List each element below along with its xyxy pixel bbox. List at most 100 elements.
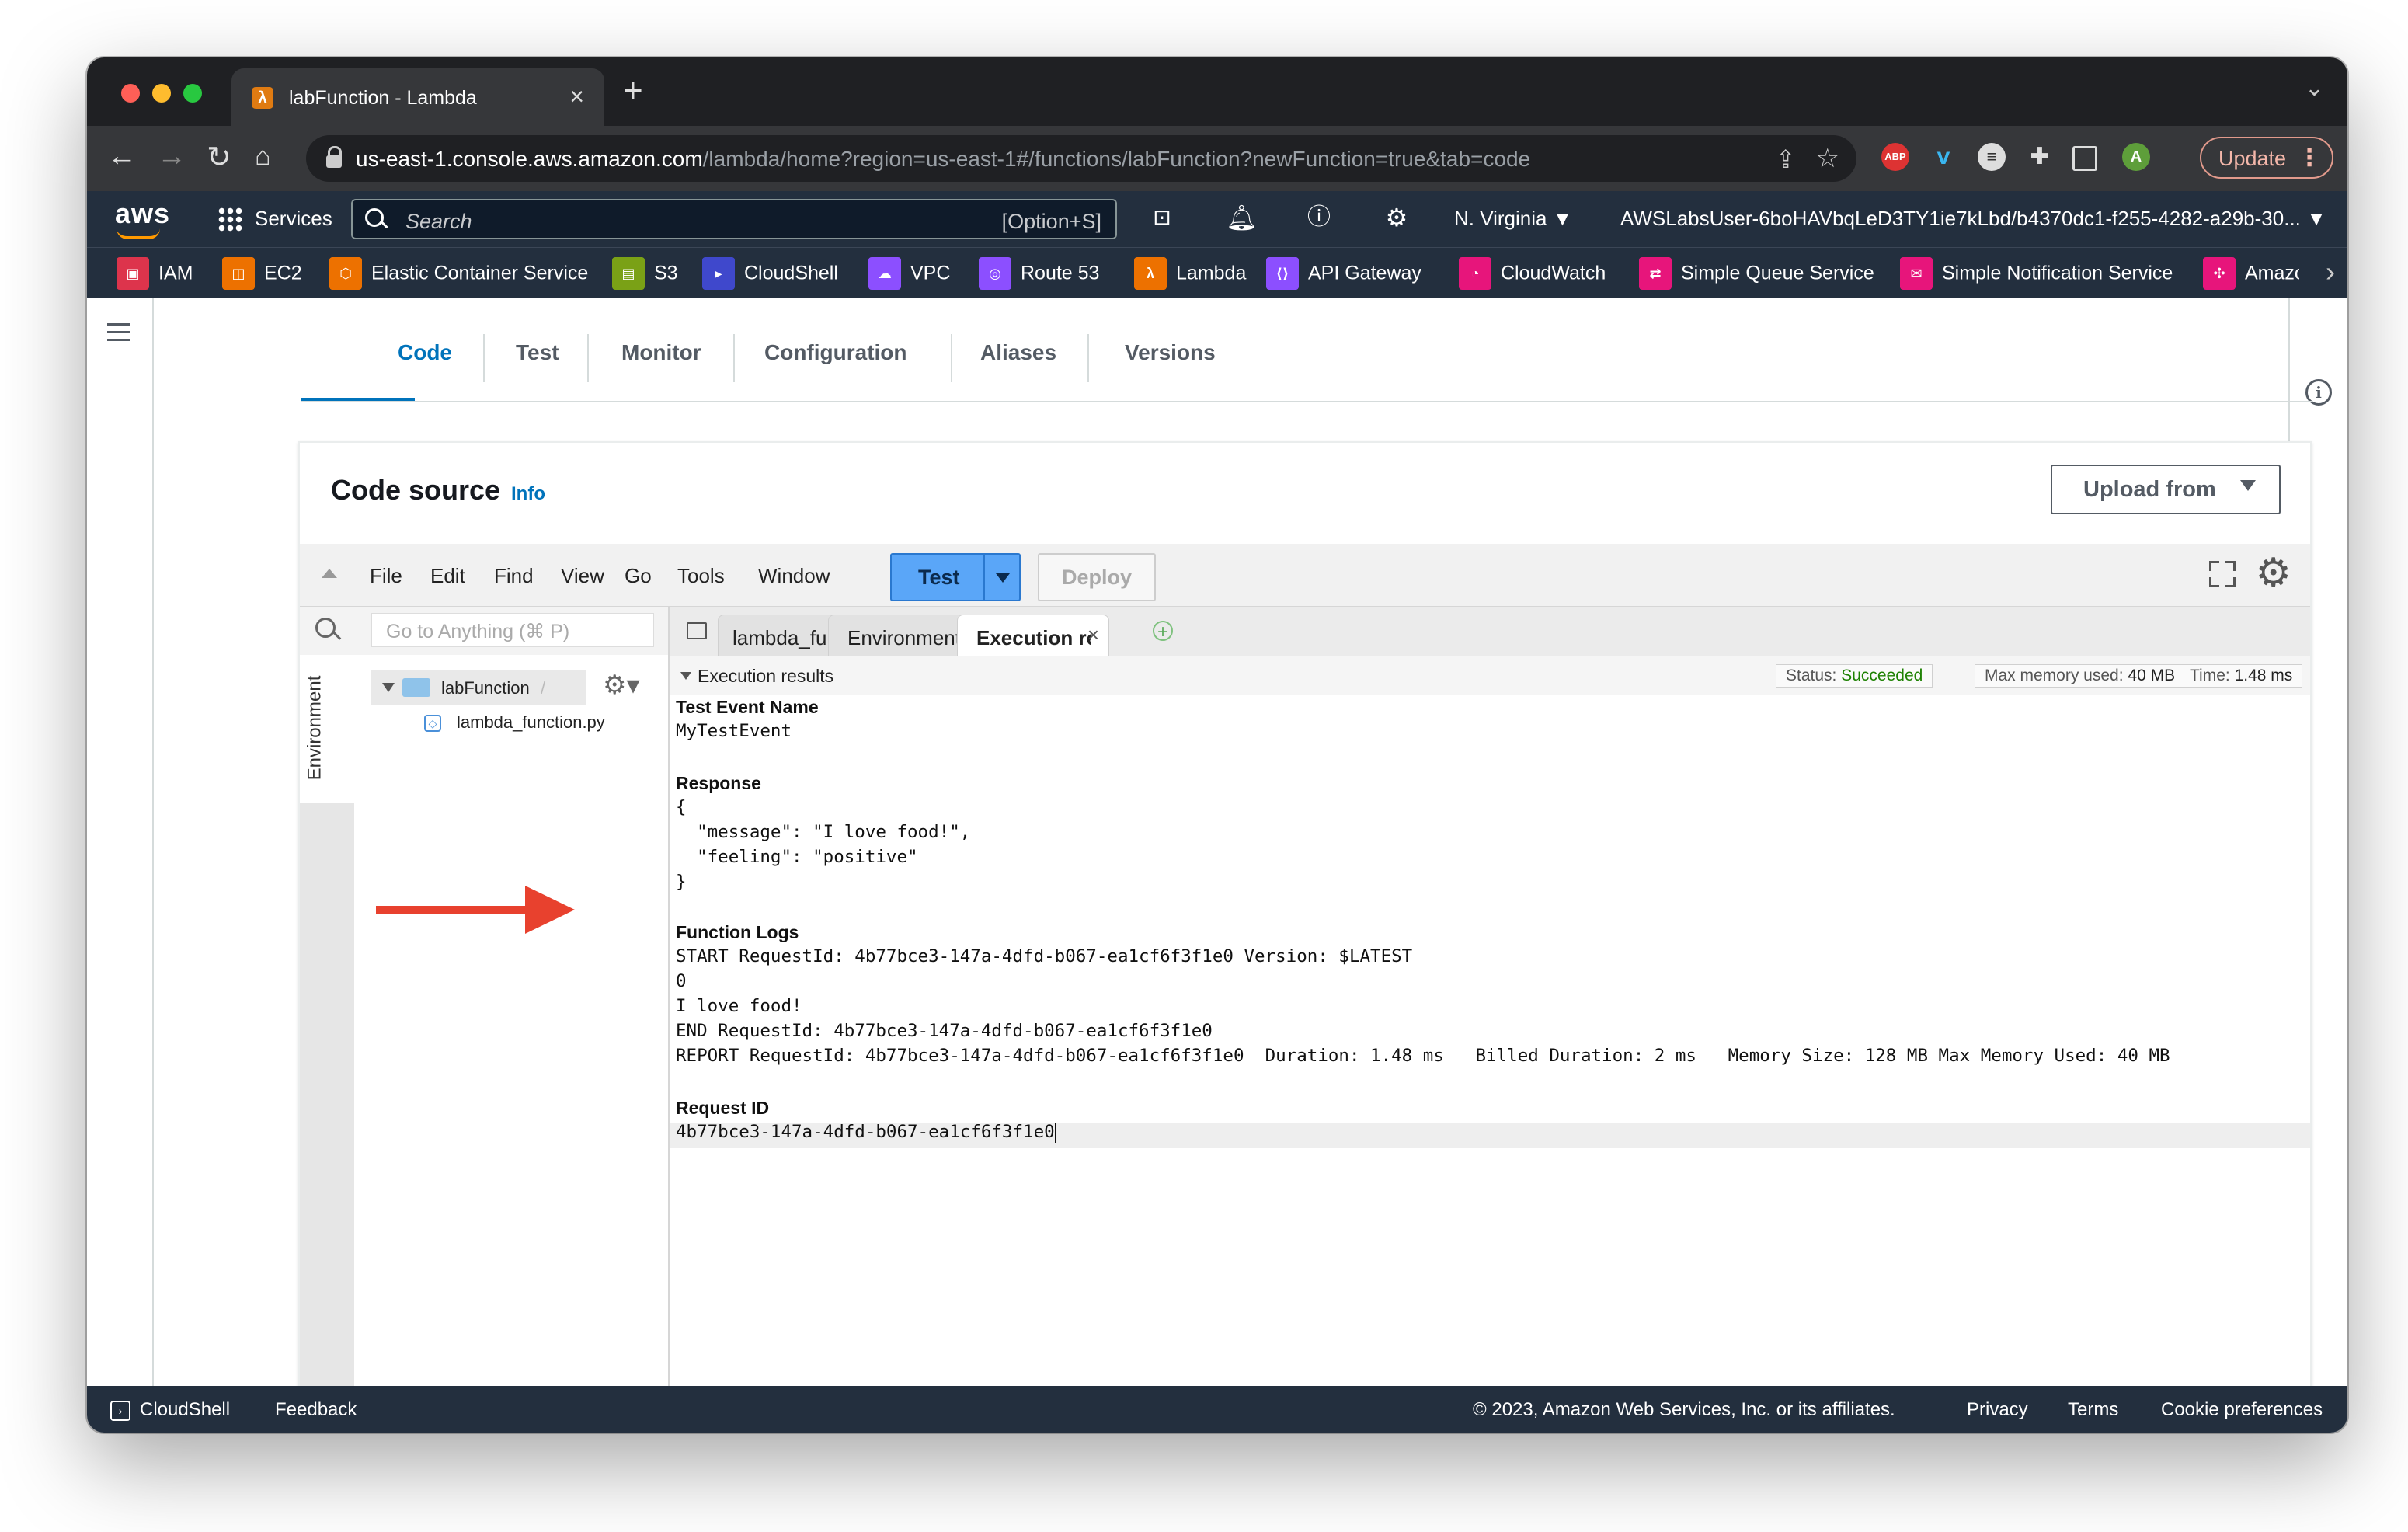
footer-cloudshell[interactable]: › CloudShell bbox=[110, 1399, 230, 1421]
favorite-ec2[interactable]: ◫ EC2 bbox=[222, 257, 302, 291]
close-window-button[interactable] bbox=[121, 84, 140, 103]
environment-tab[interactable]: Environment bbox=[300, 655, 354, 803]
file-tree: labFunction / ⚙▾ ◇ lambda_function.py bbox=[354, 655, 668, 1389]
menu-edit[interactable]: Edit bbox=[430, 564, 465, 588]
footer-terms[interactable]: Terms bbox=[2068, 1399, 2118, 1421]
tab-code[interactable]: Code bbox=[398, 340, 452, 365]
favorite-amazon[interactable]: ✣ Amazon bbox=[2203, 257, 2299, 291]
favorite-sqs[interactable]: ⇄ Simple Queue Service bbox=[1639, 257, 1874, 291]
expand-triangle-icon[interactable] bbox=[382, 683, 395, 692]
execution-results-body[interactable]: Test Event Name MyTestEvent Response { "… bbox=[670, 695, 2310, 1389]
favorites-scroll-right-icon[interactable]: › bbox=[2326, 256, 2335, 288]
info-link[interactable]: Info bbox=[511, 483, 545, 505]
address-bar[interactable]: us-east-1.console.aws.amazon.com/lambda/… bbox=[306, 135, 1856, 182]
region-selector[interactable]: N. Virginia ▼ bbox=[1454, 207, 1572, 231]
menu-hamburger-icon[interactable] bbox=[107, 323, 130, 342]
adblock-extension-icon[interactable]: ABP bbox=[1881, 143, 1909, 171]
help-icon[interactable]: ⓘ bbox=[1303, 202, 1334, 233]
close-tab-icon[interactable]: × bbox=[1087, 623, 1099, 647]
tabs-divider bbox=[301, 401, 2312, 402]
cloudshell-icon[interactable]: ⊡ bbox=[1147, 202, 1178, 233]
tab-versions[interactable]: Versions bbox=[1125, 340, 1216, 365]
test-button[interactable]: Test bbox=[890, 553, 1021, 601]
amazon-service-icon: ✣ bbox=[2203, 257, 2236, 290]
folder-labfunction[interactable]: labFunction / bbox=[371, 670, 586, 705]
go-to-anything-input[interactable]: Go to Anything (⌘ P) bbox=[371, 613, 654, 647]
menu-window[interactable]: Window bbox=[758, 564, 830, 588]
browser-tab[interactable]: λ labFunction - Lambda × bbox=[231, 68, 604, 126]
add-tab-icon[interactable]: + bbox=[1153, 621, 1173, 642]
fullscreen-icon[interactable] bbox=[2209, 561, 2236, 587]
profile-avatar[interactable]: A bbox=[2122, 143, 2150, 171]
tab-monitor[interactable]: Monitor bbox=[621, 340, 701, 365]
browser-update-button[interactable]: Update ⋮ bbox=[2200, 137, 2333, 179]
favorite-vpc[interactable]: ☁ VPC bbox=[868, 257, 950, 291]
ide-search-icon[interactable] bbox=[315, 618, 336, 638]
tab-configuration[interactable]: Configuration bbox=[764, 340, 907, 365]
share-icon[interactable]: ⇪ bbox=[1775, 144, 1796, 174]
tab-list-icon[interactable] bbox=[687, 622, 707, 639]
forward-icon[interactable]: → bbox=[157, 140, 186, 173]
favorite-cloudwatch[interactable]: ◔ CloudWatch bbox=[1459, 257, 1606, 291]
footer-cookie-preferences[interactable]: Cookie preferences bbox=[2161, 1399, 2323, 1421]
footer-feedback[interactable]: Feedback bbox=[275, 1399, 357, 1421]
account-menu[interactable]: AWSLabsUser-6boHAVbqLeD3TY1ie7kLbd/b4370… bbox=[1620, 207, 2326, 231]
home-icon[interactable]: ⌂ bbox=[255, 141, 271, 172]
collapse-results-icon[interactable] bbox=[680, 672, 691, 680]
back-icon[interactable]: ← bbox=[107, 140, 137, 173]
menu-tools[interactable]: Tools bbox=[677, 564, 725, 588]
menu-go[interactable]: Go bbox=[625, 564, 652, 588]
favorite-label: CloudWatch bbox=[1501, 262, 1606, 284]
reload-icon[interactable]: ↻ bbox=[207, 140, 231, 175]
file-lambda-function[interactable]: ◇ lambda_function.py bbox=[424, 712, 605, 733]
favorite-cloudshell[interactable]: ▸ CloudShell bbox=[702, 257, 838, 291]
ec2-icon: ◫ bbox=[222, 257, 255, 290]
tab-aliases[interactable]: Aliases bbox=[980, 340, 1056, 365]
test-dropdown-icon[interactable] bbox=[996, 573, 1010, 583]
search-icon bbox=[365, 208, 384, 227]
favorite-route53[interactable]: ◎ Route 53 bbox=[979, 257, 1099, 291]
side-panel-icon[interactable] bbox=[2072, 146, 2097, 171]
list-extension-icon[interactable]: ≡ bbox=[1978, 143, 2006, 171]
tab-separator bbox=[733, 334, 735, 382]
url-text[interactable]: us-east-1.console.aws.amazon.com/lambda/… bbox=[356, 147, 1530, 172]
bookmark-star-icon[interactable]: ☆ bbox=[1816, 143, 1839, 174]
new-tab-icon[interactable]: + bbox=[623, 71, 643, 110]
tab-test[interactable]: Test bbox=[516, 340, 559, 365]
ide-settings-gear-icon[interactable]: ⚙ bbox=[2255, 553, 2291, 594]
services-grid-icon[interactable] bbox=[217, 207, 242, 232]
zoom-window-button[interactable] bbox=[183, 84, 202, 103]
close-tab-icon[interactable]: × bbox=[569, 82, 584, 111]
split-divider bbox=[983, 555, 985, 600]
search-shortcut: [Option+S] bbox=[1001, 210, 1101, 233]
menu-find[interactable]: Find bbox=[494, 564, 534, 588]
vimeo-extension-icon[interactable]: v bbox=[1930, 143, 1957, 171]
folder-name: labFunction bbox=[441, 678, 530, 698]
upload-from-button[interactable]: Upload from bbox=[2051, 465, 2281, 514]
extensions-puzzle-icon[interactable]: ✚ bbox=[2026, 143, 2054, 171]
memory-value: 40 MB bbox=[2128, 667, 2176, 684]
status-label: Status: bbox=[1786, 667, 1837, 684]
favorite-s3[interactable]: ▤ S3 bbox=[612, 257, 678, 291]
favorite-iam[interactable]: ▣ IAM bbox=[117, 257, 193, 291]
services-menu[interactable]: Services bbox=[255, 207, 332, 231]
editor-pane: lambda_function.× Environment Vari× Exec… bbox=[670, 607, 2310, 1389]
tree-settings-gear-icon[interactable]: ⚙▾ bbox=[603, 672, 640, 698]
lock-icon[interactable] bbox=[326, 146, 342, 168]
favorite-lambda[interactable]: λ Lambda bbox=[1134, 257, 1246, 291]
settings-gear-icon[interactable]: ⚙ bbox=[1381, 202, 1412, 233]
favorite-api-gateway[interactable]: ⟨⟩ API Gateway bbox=[1266, 257, 1421, 291]
favorite-ecs[interactable]: ⬡ Elastic Container Service bbox=[329, 257, 588, 291]
deploy-button[interactable]: Deploy bbox=[1038, 553, 1156, 601]
favorite-sns[interactable]: ✉ Simple Notification Service bbox=[1900, 257, 2173, 291]
footer-privacy[interactable]: Privacy bbox=[1967, 1399, 2028, 1421]
menu-file[interactable]: File bbox=[370, 564, 402, 588]
aws-logo[interactable]: aws bbox=[115, 197, 170, 230]
menu-view[interactable]: View bbox=[561, 564, 604, 588]
editor-tab-execution-results[interactable]: Execution result:× bbox=[957, 615, 1109, 656]
notifications-bell-icon[interactable]: 🔔︎ bbox=[1226, 202, 1258, 233]
minimize-window-button[interactable] bbox=[152, 84, 171, 103]
console-search-input[interactable]: Search [Option+S] bbox=[351, 199, 1117, 239]
tab-search-chevron-icon[interactable]: ⌄ bbox=[2305, 75, 2324, 102]
collapse-menu-icon[interactable] bbox=[322, 569, 337, 578]
